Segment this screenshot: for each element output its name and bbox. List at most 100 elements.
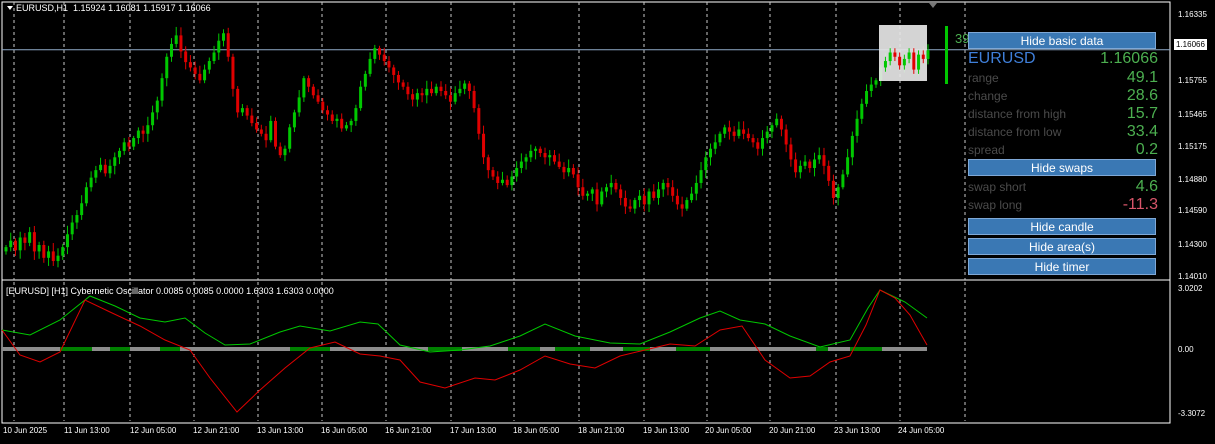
candle-body [203, 69, 207, 81]
candle-body [727, 127, 731, 132]
candle-body [80, 203, 84, 216]
candle-body [534, 148, 538, 151]
chevron-down-icon[interactable] [7, 6, 13, 10]
hide-timer-button[interactable]: Hide timer [968, 258, 1156, 275]
stat-label: spread [968, 143, 1005, 157]
hide-swaps-button[interactable]: Hide swaps [968, 159, 1156, 176]
candle-body [505, 179, 509, 186]
candle-body [633, 200, 637, 209]
candle-body [921, 54, 925, 59]
candle-body [434, 86, 438, 94]
candle-body [240, 108, 244, 113]
candle-body [84, 187, 88, 204]
candle-body [108, 165, 112, 174]
candle-body [661, 182, 665, 190]
candle-body [368, 58, 372, 74]
candle-body [888, 52, 892, 62]
candle-body [255, 123, 259, 130]
stat-row-distance-low: distance from low 33.4 [968, 123, 1158, 141]
time-tick-label: 20 Jun 05:00 [705, 426, 752, 435]
candle-body [326, 110, 330, 115]
candle-body [775, 118, 779, 126]
candle-body [226, 33, 230, 57]
candle-body [444, 90, 448, 96]
candle-body [694, 182, 698, 194]
price-tick-label: 1.15465 [1178, 110, 1207, 119]
candle-body [207, 61, 211, 70]
candle-body [482, 133, 486, 158]
candle-body [340, 118, 344, 129]
candle-body [269, 120, 273, 141]
candle-body [898, 56, 902, 66]
time-tick-label: 18 Jun 05:00 [513, 426, 560, 435]
candle-body [9, 240, 13, 248]
candle-body [869, 84, 873, 91]
candle-body [321, 101, 325, 111]
candle-body [344, 125, 348, 129]
candle-body [619, 189, 623, 198]
candle-body [274, 120, 278, 147]
candle-body [382, 54, 386, 62]
candle-body [37, 244, 41, 252]
candle-body [349, 120, 353, 126]
time-tick-label: 13 Jun 13:00 [257, 426, 304, 435]
time-tick-label: 12 Jun 05:00 [130, 426, 177, 435]
candle-body [463, 83, 467, 89]
candle-body [690, 193, 694, 201]
candle-body [647, 191, 651, 205]
chart-shift-marker-icon[interactable] [929, 3, 937, 8]
candle-body [184, 51, 188, 63]
candle-body [411, 94, 415, 100]
stat-row-range: range 49.1 [968, 69, 1158, 87]
candle-body [212, 52, 216, 62]
hide-basic-data-button[interactable]: Hide basic data [968, 32, 1156, 49]
stat-row-change: change 28.6 [968, 87, 1158, 105]
stat-row-distance-high: distance from high 15.7 [968, 105, 1158, 123]
hide-candle-button[interactable]: Hide candle [968, 218, 1156, 235]
candle-body [250, 115, 254, 124]
candle-body [515, 167, 519, 177]
candle-body [283, 148, 287, 156]
candle-body [600, 191, 604, 205]
candle-body [113, 157, 117, 166]
candle-body [486, 157, 490, 171]
candle-body [179, 35, 183, 52]
candle-body [628, 206, 632, 209]
time-tick-label: 24 Jun 05:00 [898, 426, 945, 435]
time-tick-label: 16 Jun 05:00 [321, 426, 368, 435]
stat-value: 49.1 [1126, 69, 1158, 86]
candle-body [155, 100, 159, 113]
candle-body [472, 90, 476, 109]
candle-body [28, 232, 32, 243]
candle-body [883, 61, 887, 68]
candle-body [354, 108, 358, 121]
candle-body [742, 129, 746, 134]
candle-body [543, 153, 547, 158]
candle-body [160, 78, 164, 101]
candle-body [430, 88, 434, 94]
candle-body [614, 182, 618, 190]
candle-body [699, 170, 703, 183]
candle-body [387, 61, 391, 68]
swap-row-short: swap short 4.6 [968, 178, 1158, 196]
time-tick-label: 23 Jun 13:00 [834, 426, 881, 435]
candle-body [567, 167, 571, 173]
candle-body [477, 108, 481, 134]
candle-body [89, 177, 93, 188]
candle-body [576, 174, 580, 188]
candle-body [917, 54, 921, 70]
hide-areas-button[interactable]: Hide area(s) [968, 238, 1156, 255]
candle-body [770, 125, 774, 132]
panel-symbol: EURUSD [968, 50, 1036, 67]
swap-value: -11.3 [1122, 196, 1158, 213]
candle-body [571, 167, 575, 175]
candle-body [902, 58, 906, 66]
candle-body [538, 148, 542, 154]
candle-body [453, 93, 457, 102]
candle-body [893, 52, 897, 57]
price-tick-label: 1.14880 [1178, 175, 1207, 184]
candle-body [671, 187, 675, 196]
candle-body [808, 161, 812, 168]
time-tick-label: 16 Jun 21:00 [385, 426, 432, 435]
candle-body [94, 170, 98, 178]
